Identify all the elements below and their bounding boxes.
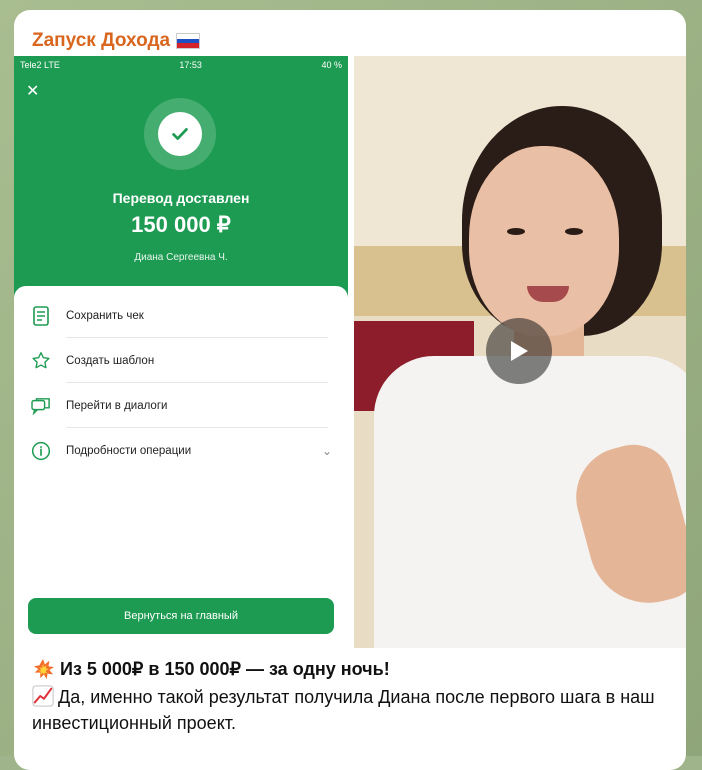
action-save-receipt: Сохранить чек <box>30 294 336 338</box>
phone-screenshot[interactable]: Tele2 LTE 17:53 40 % ✕ Перевод доставлен… <box>14 56 348 648</box>
divider <box>66 427 328 428</box>
caption-headline[interactable]: Из 5 000₽ в 150 000₽ — за одну ночь! <box>32 658 672 680</box>
action-label: Сохранить чек <box>66 310 144 322</box>
action-open-dialogs: Перейти в диалоги <box>30 384 336 428</box>
collision-icon <box>33 658 54 680</box>
time-text: 17:53 <box>179 60 202 70</box>
chat-icon <box>30 395 52 417</box>
action-label: Перейти в диалоги <box>66 400 168 412</box>
channel-title[interactable]: Zапуск Дохода <box>32 30 201 52</box>
play-button[interactable] <box>486 318 552 384</box>
transfer-amount: 150 000 ₽ <box>131 212 231 237</box>
video-person-face <box>469 146 619 336</box>
battery-text: 40 % <box>321 60 342 70</box>
info-icon <box>30 440 52 462</box>
transfer-status: Перевод доставлен <box>112 190 250 206</box>
success-check-icon <box>144 98 216 170</box>
chevron-down-icon: ⌄ <box>321 444 332 458</box>
close-icon: ✕ <box>26 83 40 100</box>
action-label: Подробности операции <box>66 445 192 457</box>
action-create-template: Создать шаблон <box>30 339 336 383</box>
message-text[interactable]: Из 5 000₽ в 150 000₽ — за одну ночь! Да,… <box>32 658 672 736</box>
actions-sheet: Сохранить чек Создать шаблон Перейти в д… <box>14 286 348 648</box>
message-bubble[interactable]: Zапуск Дохода Tele2 LTE 17:53 40 % ✕ Пер… <box>14 10 686 770</box>
channel-name[interactable]: Zапуск Дохода <box>32 30 170 52</box>
play-icon <box>511 341 528 361</box>
return-home-button: Вернуться на главный <box>28 598 334 634</box>
russia-flag-icon <box>176 33 201 49</box>
recipient-name: Диана Сергеевна Ч. <box>134 252 228 263</box>
body-text[interactable]: Да, именно такой результат получила Диан… <box>32 687 655 733</box>
receipt-icon <box>30 305 52 327</box>
action-operation-details: Подробности операции ⌄ <box>30 429 336 473</box>
action-label: Создать шаблон <box>66 355 155 367</box>
headline-text[interactable]: Из 5 000₽ в 150 000₽ — за одну ночь! <box>60 659 390 680</box>
caption-body[interactable]: Да, именно такой результат получила Диан… <box>32 684 672 736</box>
divider <box>66 337 328 338</box>
divider <box>66 382 328 383</box>
chart-increasing-icon <box>32 685 54 707</box>
video-thumbnail[interactable] <box>354 56 686 648</box>
status-bar: Tele2 LTE 17:53 40 % <box>20 58 342 72</box>
star-badge-icon <box>30 350 52 372</box>
carrier-text: Tele2 LTE <box>20 60 60 70</box>
